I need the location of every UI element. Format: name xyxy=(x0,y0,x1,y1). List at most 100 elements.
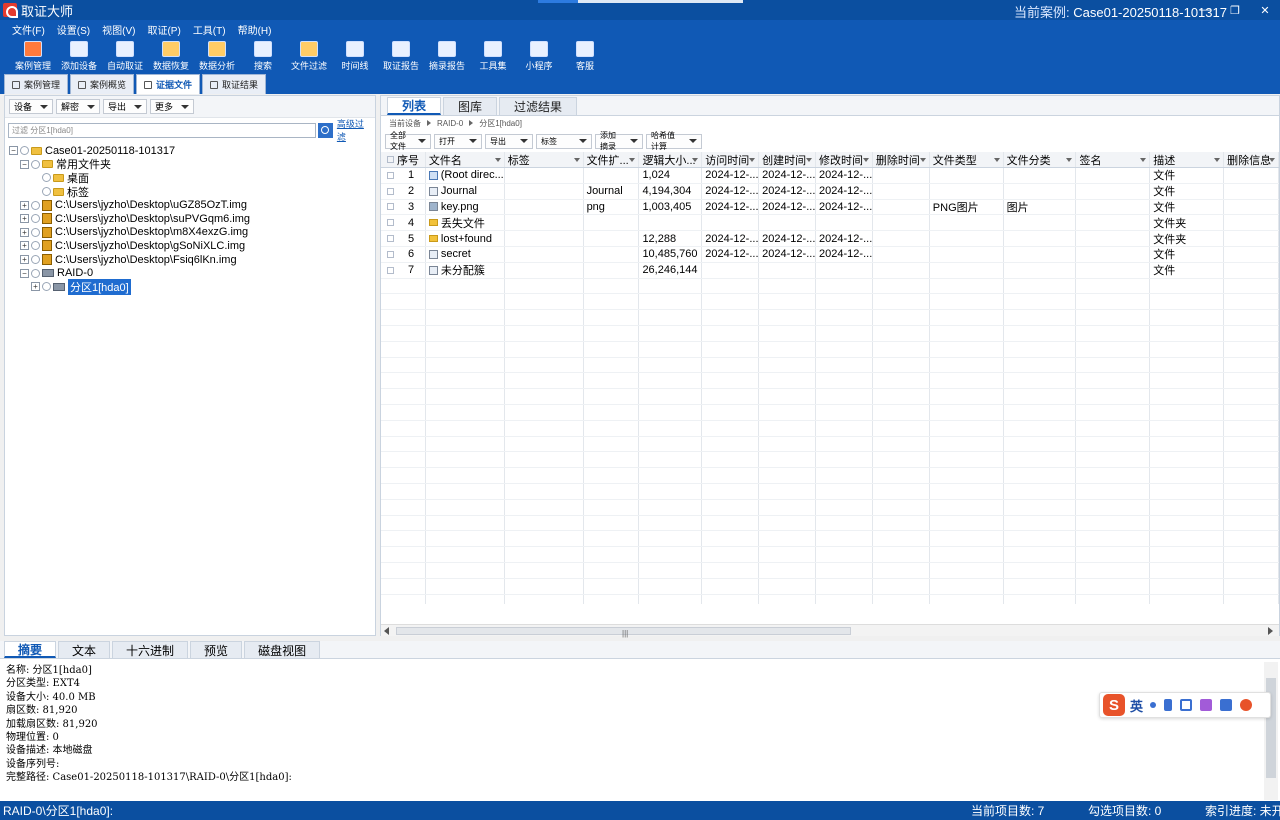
expand-icon[interactable]: + xyxy=(20,227,29,237)
toolbar-button[interactable]: 文件过滤 xyxy=(286,38,332,72)
column-header[interactable]: 文件名 xyxy=(426,152,505,167)
column-header[interactable]: 逻辑大小... xyxy=(639,152,703,167)
tree-filter-input[interactable]: 过滤 分区1[hda0] xyxy=(8,122,317,138)
column-header[interactable]: 序号 xyxy=(381,152,426,167)
summary-scrollbar[interactable] xyxy=(1264,662,1278,800)
tree-checkbox[interactable] xyxy=(31,159,40,169)
microphone-icon[interactable] xyxy=(1164,699,1173,711)
menu-item[interactable]: 文件(F) xyxy=(6,22,51,37)
list-toolbar-dropdown[interactable]: 打开 xyxy=(434,133,482,149)
column-header[interactable]: 描述 xyxy=(1150,152,1225,167)
tree-node[interactable]: − 常用文件夹 xyxy=(5,158,375,171)
list-toolbar-dropdown[interactable]: 导出 xyxy=(485,133,533,149)
scroll-right-icon[interactable] xyxy=(1268,627,1273,635)
expand-icon[interactable]: + xyxy=(20,200,29,210)
detail-tab[interactable]: 磁盘视图 xyxy=(244,641,321,658)
column-filter-icon[interactable] xyxy=(919,158,926,162)
column-filter-icon[interactable] xyxy=(573,158,580,162)
row-checkbox[interactable] xyxy=(387,171,394,179)
keyboard-icon[interactable] xyxy=(1180,699,1193,711)
toolbar-button[interactable]: 摘录报告 xyxy=(424,38,470,72)
detail-tab[interactable]: 十六进制 xyxy=(112,641,189,658)
toolbar-button[interactable]: 案例管理 xyxy=(10,38,56,72)
tree-checkbox[interactable] xyxy=(31,268,40,278)
view-tab[interactable]: 过滤结果 xyxy=(499,97,578,115)
skin-icon[interactable] xyxy=(1200,699,1213,711)
detail-tab[interactable]: 摘要 xyxy=(4,641,57,658)
punctuation-icon[interactable] xyxy=(1150,702,1157,708)
row-checkbox[interactable] xyxy=(387,250,394,258)
tree-toolbar-dropdown[interactable]: 解密 xyxy=(56,99,101,114)
filter-search-icon[interactable] xyxy=(318,122,333,138)
menu-item[interactable]: 视图(V) xyxy=(96,22,141,37)
tree-node[interactable]: 桌面 xyxy=(5,171,375,185)
column-filter-icon[interactable] xyxy=(1066,158,1073,162)
table-row[interactable]: 7 未分配簇 26,246,144 文件 xyxy=(381,262,1279,279)
tree-toolbar-dropdown[interactable]: 更多 xyxy=(150,99,195,114)
column-header[interactable]: 删除时间 xyxy=(873,152,930,167)
list-toolbar-dropdown[interactable]: 哈希值计算 xyxy=(646,131,702,151)
sogou-logo-icon[interactable]: S xyxy=(1103,694,1125,716)
column-filter-icon[interactable] xyxy=(692,158,699,162)
breadcrumb-item[interactable]: RAID-0 xyxy=(437,119,463,128)
toolbar-button[interactable]: 客服 xyxy=(562,38,608,72)
toolbar-button[interactable]: 数据恢复 xyxy=(148,38,194,72)
column-header[interactable]: 文件类型 xyxy=(930,152,1004,167)
tree-node[interactable]: + C:\Users\jyzho\Desktop\Fsiq6lKn.img xyxy=(5,253,375,267)
tree-toolbar-dropdown[interactable]: 设备 xyxy=(9,99,54,114)
advanced-filter-link[interactable]: 高级过滤 xyxy=(337,117,372,143)
menu-item[interactable]: 取证(P) xyxy=(141,22,186,37)
horizontal-scrollbar[interactable]: ||| xyxy=(381,624,1279,638)
column-header[interactable]: 标签 xyxy=(505,152,584,167)
column-header[interactable]: 修改时间 xyxy=(816,152,873,167)
menu-item[interactable]: 设置(S) xyxy=(51,22,96,37)
list-toolbar-dropdown[interactable]: 全部文件 xyxy=(385,131,431,151)
minimize-icon[interactable]: — xyxy=(1190,0,1220,20)
collapse-icon[interactable]: − xyxy=(20,159,29,169)
column-filter-icon[interactable] xyxy=(494,158,501,162)
column-header[interactable]: 删除信息 xyxy=(1224,152,1279,167)
column-header[interactable]: 文件分类 xyxy=(1004,152,1077,167)
main-tab[interactable]: 取证结果 xyxy=(202,74,267,94)
collapse-icon[interactable]: − xyxy=(20,268,29,278)
menu-item[interactable]: 帮助(H) xyxy=(232,22,278,37)
tree-node[interactable]: + C:\Users\jyzho\Desktop\m8X4exzG.img xyxy=(5,226,375,240)
collapse-icon[interactable]: − xyxy=(9,146,18,156)
toolbar-button[interactable]: 取证报告 xyxy=(378,38,424,72)
tree-node[interactable]: − RAID-0 xyxy=(5,266,375,280)
column-filter-icon[interactable] xyxy=(993,158,1000,162)
column-filter-icon[interactable] xyxy=(862,158,869,162)
tree-checkbox[interactable] xyxy=(31,200,40,210)
list-toolbar-dropdown[interactable]: 标签 xyxy=(536,133,592,149)
tree-node[interactable]: + C:\Users\jyzho\Desktop\suPVGqm6.img xyxy=(5,212,375,226)
column-filter-icon[interactable] xyxy=(749,158,756,162)
scroll-left-icon[interactable] xyxy=(384,627,389,635)
table-row[interactable]: 5 lost+found 12,288 2024-12-... 2024-12-... 2… xyxy=(381,231,1279,247)
column-header[interactable]: 签名 xyxy=(1076,152,1151,167)
table-row[interactable]: 6 secret 10,485,760 2024-12-... 2024-12-... 2… xyxy=(381,246,1279,263)
tree-checkbox[interactable] xyxy=(31,255,40,265)
breadcrumb-item[interactable]: 分区1[hda0] xyxy=(479,118,522,129)
row-checkbox[interactable] xyxy=(387,235,394,243)
tree-node[interactable]: + C:\Users\jyzho\Desktop\gSoNiXLC.img xyxy=(5,239,375,253)
row-checkbox[interactable] xyxy=(387,203,394,211)
column-filter-icon[interactable] xyxy=(1269,158,1275,162)
column-filter-icon[interactable] xyxy=(1214,158,1221,162)
toolbar-button[interactable]: 工具集 xyxy=(470,38,516,72)
row-checkbox[interactable] xyxy=(387,187,394,195)
restore-icon[interactable]: ❐ xyxy=(1220,0,1250,20)
table-row[interactable]: 1 (Root direc... 1,024 2024-12-... 2024-12-.… xyxy=(381,168,1279,184)
detail-tab[interactable]: 文本 xyxy=(58,641,111,658)
detail-tab[interactable]: 预览 xyxy=(190,641,243,658)
tree-node[interactable]: 标签 xyxy=(5,185,375,199)
main-tab[interactable]: 案例概览 xyxy=(70,74,135,94)
toolbar-button[interactable]: 小程序 xyxy=(516,38,562,72)
table-row[interactable]: 4 丢失文件 文件夹 xyxy=(381,215,1279,232)
expand-icon[interactable]: + xyxy=(20,241,29,251)
toolbar-button[interactable]: 添加设备 xyxy=(56,38,102,72)
expand-icon[interactable]: + xyxy=(31,282,40,292)
column-header[interactable]: 访问时间 xyxy=(702,152,760,167)
breadcrumb-item[interactable]: 当前设备 xyxy=(389,118,421,129)
scroll-thumb[interactable]: ||| xyxy=(396,627,851,638)
toolbar-button[interactable]: 搜索 xyxy=(240,38,286,72)
